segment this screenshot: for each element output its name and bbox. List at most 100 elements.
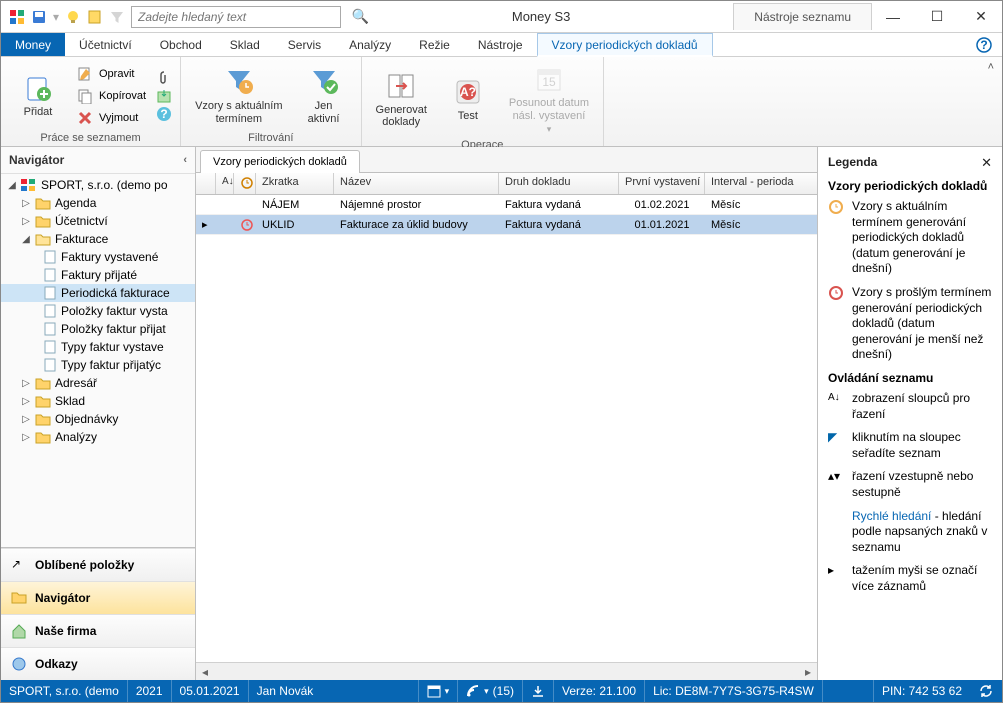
- tree-leaf[interactable]: Položky faktur přijat: [1, 320, 195, 338]
- sb-user[interactable]: Jan Novák: [249, 680, 419, 702]
- close-button[interactable]: ✕: [960, 2, 1002, 32]
- table-row-selected[interactable]: ▸ UKLID Fakturace za úklid budovy Faktur…: [196, 215, 817, 235]
- tree-item[interactable]: ▷Sklad: [1, 392, 195, 410]
- posunout-button[interactable]: 15 Posunout datum násl. vystavení ▾: [503, 61, 595, 137]
- col-druh[interactable]: Druh dokladu: [499, 173, 619, 194]
- stack-oblibene[interactable]: ↗Oblíbené položky: [1, 548, 195, 581]
- ribbon-collapse-icon[interactable]: ˄: [988, 61, 994, 73]
- legend-title: Legenda: [828, 155, 877, 171]
- sb-sync-icon[interactable]: [970, 680, 1002, 702]
- menu-analyzy[interactable]: Analýzy: [335, 33, 405, 56]
- col-zkratka[interactable]: Zkratka: [256, 173, 334, 194]
- add-button[interactable]: Přidat: [9, 70, 67, 121]
- search-icon[interactable]: 🔍: [352, 8, 369, 25]
- calendar-shift-icon: 15: [533, 63, 565, 95]
- jen-aktivni-button[interactable]: Jen aktivní: [295, 64, 353, 127]
- navigator-tree[interactable]: ◢SPORT, s.r.o. (demo po ▷Agenda ▷Účetnic…: [1, 174, 195, 547]
- col-nazev[interactable]: Název: [334, 173, 499, 194]
- filter-icon[interactable]: [109, 9, 125, 25]
- sb-download-icon[interactable]: [523, 680, 554, 702]
- note-icon[interactable]: [87, 9, 103, 25]
- tree-item[interactable]: ▷Objednávky: [1, 410, 195, 428]
- save-icon[interactable]: [31, 9, 47, 25]
- page-icon: [43, 250, 57, 264]
- icon-header[interactable]: [234, 173, 256, 194]
- stack-firma[interactable]: Naše firma: [1, 614, 195, 647]
- tree-leaf-selected[interactable]: Periodická fakturace: [1, 284, 195, 302]
- table-row[interactable]: NÁJEM Nájemné prostor Faktura vydaná 01.…: [196, 195, 817, 215]
- tree-item[interactable]: ◢Fakturace: [1, 230, 195, 248]
- menubar: Money Účetnictví Obchod Sklad Servis Ana…: [1, 33, 1002, 57]
- bulb-icon[interactable]: [65, 9, 81, 25]
- menu-servis[interactable]: Servis: [274, 33, 335, 56]
- folder-icon: [35, 376, 51, 390]
- tree-item[interactable]: ▷Agenda: [1, 194, 195, 212]
- row-marker-header[interactable]: [196, 173, 216, 194]
- tree-item[interactable]: ▷Adresář: [1, 374, 195, 392]
- col-interval[interactable]: Interval - perioda: [705, 173, 815, 194]
- tree-leaf[interactable]: Položky faktur vysta: [1, 302, 195, 320]
- row-pointer-icon: ▸: [196, 216, 216, 233]
- content-tab[interactable]: Vzory periodických dokladů: [200, 150, 360, 173]
- info-icon[interactable]: ?: [156, 106, 172, 122]
- page-icon: [43, 268, 57, 282]
- svg-text:?: ?: [160, 107, 167, 121]
- tree-item[interactable]: ▷Analýzy: [1, 428, 195, 446]
- tree-root[interactable]: ◢SPORT, s.r.o. (demo po: [1, 176, 195, 194]
- sb-pin[interactable]: PIN: 742 53 62: [873, 680, 970, 702]
- page-icon: [43, 340, 57, 354]
- navigator-title: Navigátor: [9, 153, 64, 167]
- sb-firma[interactable]: SPORT, s.r.o. (demo: [1, 680, 128, 702]
- horizontal-scrollbar[interactable]: ◂▸: [196, 662, 817, 680]
- tree-leaf[interactable]: Faktury vystavené: [1, 248, 195, 266]
- legend-close-icon[interactable]: ✕: [981, 155, 992, 171]
- sb-rok[interactable]: 2021: [128, 680, 172, 702]
- col-prvni[interactable]: První vystavení: [619, 173, 705, 194]
- edit-icon: [77, 66, 93, 82]
- collapse-icon[interactable]: ‹: [183, 154, 187, 166]
- menu-rezie[interactable]: Režie: [405, 33, 464, 56]
- menu-vzory[interactable]: Vzory periodických dokladů: [537, 33, 713, 57]
- sb-lic[interactable]: Lic: DE8M-7Y7S-3G75-R4SW: [645, 680, 823, 702]
- page-icon: [43, 304, 57, 318]
- tree-leaf[interactable]: Faktury přijaté: [1, 266, 195, 284]
- quick-search-link[interactable]: Rychlé hledání: [852, 509, 931, 523]
- stack-navigator[interactable]: Navigátor: [1, 581, 195, 614]
- add-icon: [22, 72, 54, 104]
- grid-body[interactable]: NÁJEM Nájemné prostor Faktura vydaná 01.…: [196, 195, 817, 662]
- tree-leaf[interactable]: Typy faktur vystave: [1, 338, 195, 356]
- menu-obchod[interactable]: Obchod: [146, 33, 216, 56]
- menu-money[interactable]: Money: [1, 33, 65, 56]
- minimize-button[interactable]: —: [872, 2, 914, 32]
- sb-rss[interactable]: ▾(15): [458, 680, 523, 702]
- folder-open-icon: [35, 232, 51, 246]
- maximize-button[interactable]: ☐: [916, 2, 958, 32]
- search-input[interactable]: [131, 6, 341, 28]
- sort-header[interactable]: A↓: [216, 173, 234, 194]
- menu-sklad[interactable]: Sklad: [216, 33, 274, 56]
- context-tab[interactable]: Nástroje seznamu: [733, 3, 872, 30]
- menu-ucetnictvi[interactable]: Účetnictví: [65, 33, 146, 56]
- alarm-icon: [234, 216, 256, 234]
- attach-icon[interactable]: [156, 70, 172, 86]
- kopirovat-button[interactable]: Kopírovat: [73, 86, 150, 106]
- sb-cal-icon[interactable]: ▾: [419, 680, 459, 702]
- vyjmout-button[interactable]: Vyjmout: [73, 108, 150, 128]
- tree-item[interactable]: ▷Účetnictví: [1, 212, 195, 230]
- stack-odkazy[interactable]: Odkazy: [1, 647, 195, 680]
- vzory-aktualni-button[interactable]: Vzory s aktuálním termínem: [189, 64, 288, 127]
- app-icon[interactable]: [9, 9, 25, 25]
- folder-icon: [35, 196, 51, 210]
- opravit-button[interactable]: Opravit: [73, 64, 150, 84]
- sb-verze[interactable]: Verze: 21.100: [554, 680, 645, 702]
- app-title: Money S3: [349, 9, 693, 24]
- test-button[interactable]: A? Test: [439, 74, 497, 125]
- tree-leaf[interactable]: Typy faktur přijatýc: [1, 356, 195, 374]
- export-icon[interactable]: [156, 88, 172, 104]
- sort-cols-icon: A↓: [828, 391, 844, 422]
- menu-nastroje[interactable]: Nástroje: [464, 33, 537, 56]
- sb-datum[interactable]: 05.01.2021: [172, 680, 249, 702]
- help-icon[interactable]: ?: [966, 33, 1002, 56]
- legend-section-1: Vzory periodických dokladů: [828, 179, 992, 193]
- generovat-button[interactable]: Generovat doklady: [370, 68, 433, 131]
